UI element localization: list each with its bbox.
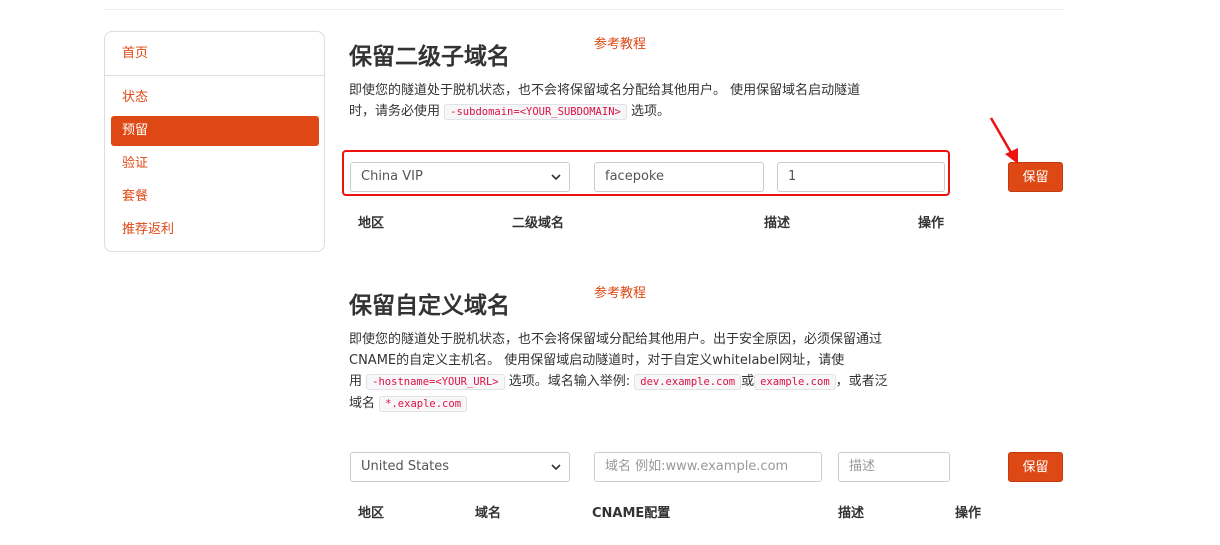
sidebar-nav: 首页 状态 预留 验证 套餐 推荐返利 [104,31,325,252]
sidebar-item-status[interactable]: 状态 [111,83,319,113]
highlight-annotation-box [342,150,950,196]
custom-domain-description-input[interactable]: 描述 [838,452,950,482]
custom-domain-save-button[interactable]: 保留 [1008,452,1063,482]
custom-col-domain: 域名 [475,506,502,521]
custom-domain-description-placeholder: 描述 [849,459,876,474]
example-domain-code-2: example.com [754,374,836,390]
subdomain-col-region: 地区 [358,216,385,231]
subdomain-col-actions: 操作 [918,216,945,231]
custom-desc-line3-suffix: ，或者泛 [835,374,888,389]
red-arrow-icon [989,117,1018,164]
subdomain-section-title: 保留二级子域名 [349,44,510,70]
sidebar-item-reserved[interactable]: 预留 [111,116,319,146]
custom-desc-line1: 即使您的隧道处于脱机状态，也不会将保留域分配给其他用户。出于安全原因，必须保留通… [349,332,883,347]
sidebar-item-verify[interactable]: 验证 [111,149,319,179]
custom-col-actions: 操作 [955,506,982,521]
example-domain-code-1: dev.example.com [634,374,742,390]
custom-domain-region-value: United States [361,459,450,474]
subdomain-col-description: 描述 [764,216,791,231]
subdomain-desc-prefix: 时，请务必使用 [349,104,441,119]
sidebar-item-referral[interactable]: 推荐返利 [111,215,319,245]
custom-desc-line3: 用 -hostname=<YOUR_URL> 选项。域名输入举例: dev.ex… [349,371,888,393]
subdomain-option-code: -subdomain=<YOUR_SUBDOMAIN> [444,104,627,120]
custom-domain-tutorial-link[interactable]: 参考教程 [594,282,646,301]
subdomain-tutorial-link[interactable]: 参考教程 [594,33,646,52]
custom-col-cname: CNAME配置 [592,506,671,521]
top-divider [105,9,1063,10]
wildcard-domain-code: *.exaple.com [379,396,468,412]
custom-desc-line3-or: 或 [741,374,755,389]
custom-domain-description: 即使您的隧道处于脱机状态，也不会将保留域分配给其他用户。出于安全原因，必须保留通… [349,329,888,415]
custom-desc-line2: CNAME的自定义主机名。 使用保留域启动隧道时，对于自定义whitelabel… [349,353,845,368]
sidebar-home-block: 首页 [105,32,324,76]
custom-domain-input[interactable]: 域名 例如:www.example.com [594,452,822,482]
custom-domain-region-select[interactable]: United States [350,452,570,482]
subdomain-desc-suffix: 选项。 [630,104,670,119]
subdomain-col-subdomain: 二级域名 [512,216,565,231]
chevron-down-icon [551,464,561,471]
hostname-option-code: -hostname=<YOUR_URL> [366,374,505,390]
sidebar-item-plans[interactable]: 套餐 [111,182,319,212]
custom-desc-line3-prefix: 用 [349,374,363,389]
custom-domain-section-title: 保留自定义域名 [349,293,510,319]
custom-desc-line4: 域名 *.exaple.com [349,393,888,415]
custom-col-description: 描述 [838,506,865,521]
custom-desc-line4-prefix: 域名 [349,396,376,411]
custom-col-region: 地区 [358,506,385,521]
custom-desc-line3-mid: 选项。域名输入举例: [508,374,631,389]
sidebar-item-home[interactable]: 首页 [111,39,319,69]
subdomain-description: 即使您的隧道处于脱机状态，也不会将保留域名分配给其他用户。 使用保留域名启动隧道… [349,80,860,123]
subdomain-desc-line2: 时，请务必使用 -subdomain=<YOUR_SUBDOMAIN> 选项。 [349,101,860,123]
custom-domain-placeholder: 域名 例如:www.example.com [605,459,789,474]
subdomain-desc-line1: 即使您的隧道处于脱机状态，也不会将保留域名分配给其他用户。 使用保留域名启动隧道 [349,83,861,98]
